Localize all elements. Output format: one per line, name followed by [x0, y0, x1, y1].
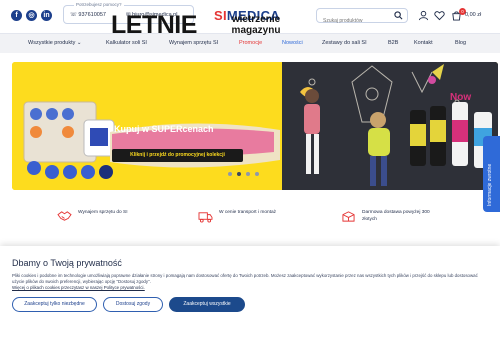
banner-subheadline: wietrzenie magazynu: [231, 14, 281, 36]
nav-salt-calculator[interactable]: Kalkulator soli SI: [106, 40, 147, 46]
promo-banner[interactable]: Now: [12, 62, 498, 190]
features-strip: Wynajem sprzętu do SI W cenie transport …: [0, 200, 500, 240]
accept-necessary-button[interactable]: Zaakceptuj tylko niezbędne: [12, 297, 97, 312]
cookie-consent-dialog: Dbamy o Twoją prywatność Pliki cookies i…: [0, 246, 500, 348]
carousel-dots: [228, 172, 259, 176]
svg-text:Now: Now: [450, 92, 471, 103]
heart-icon[interactable]: [434, 10, 445, 21]
chevron-down-icon: ⌄: [76, 40, 82, 46]
help-label: Potrzebujesz pomocy?: [74, 2, 124, 7]
search-input[interactable]: [317, 14, 389, 28]
search-box: [316, 8, 408, 28]
nav-b2b[interactable]: B2B: [388, 40, 398, 46]
cookie-title: Dbamy o Twoją prywatność: [12, 258, 122, 268]
nav-contact[interactable]: Kontakt: [414, 40, 433, 46]
accept-all-button[interactable]: Zaakceptuj wszystkie: [169, 297, 245, 312]
sensory-board-image: [23, 101, 115, 179]
nav-all-products-label: Wszystkie produkty: [28, 40, 76, 46]
cookie-description: Pliki cookies i podobne im technologie u…: [12, 273, 478, 284]
nav-promotions[interactable]: Promocje: [239, 40, 262, 46]
carousel-dot[interactable]: [228, 172, 232, 176]
kids-chalkboard-photo: Now: [282, 62, 498, 190]
feature-transport-text: W cenie transport i montaż: [219, 210, 277, 215]
instagram-icon[interactable]: ◎: [26, 10, 37, 21]
phone-number: 937610057: [78, 12, 106, 18]
social-links: f ◎ in: [11, 10, 52, 21]
feature-transport: W cenie transport i montaż: [198, 210, 276, 223]
user-icon[interactable]: [418, 10, 429, 21]
banner-headline: LETNIE: [111, 11, 197, 39]
handshake-icon: [57, 211, 72, 221]
main-nav: Wszystkie produkty ⌄ Kalkulator soli SI …: [0, 33, 500, 53]
search-icon[interactable]: [394, 11, 403, 20]
carousel-dot[interactable]: [255, 172, 259, 176]
feature-rental-text: Wynajem sprzętu do SI: [78, 210, 128, 215]
nav-all-products[interactable]: Wszystkie produkty ⌄: [28, 40, 82, 46]
nav-blog[interactable]: Blog: [455, 40, 466, 46]
nav-equipment-rental[interactable]: Wynajem sprzętu SI: [169, 40, 218, 46]
privacy-policy-link[interactable]: Więcej o plikach cookies przeczytasz w n…: [12, 285, 145, 290]
banner-cta-button[interactable]: Kliknij i przejdź do promocyjnej kolekcj…: [112, 149, 243, 162]
package-icon: [342, 211, 355, 222]
carousel-dot[interactable]: [246, 172, 250, 176]
facebook-icon[interactable]: f: [11, 10, 22, 21]
banner-promo-text: Kupuj w SUPERcenach: [114, 124, 214, 134]
nav-new-arrivals[interactable]: Nowości: [282, 40, 303, 46]
feature-rental: Wynajem sprzętu do SI: [57, 210, 128, 223]
carousel-dot[interactable]: [237, 172, 241, 176]
customize-consent-button[interactable]: Dostosuj zgody: [103, 297, 163, 312]
feature-delivery: Darmowa dostawa powyżej 300 złotych: [341, 210, 432, 223]
cart-total[interactable]: 0,00 zł: [465, 12, 481, 18]
feature-delivery-text: Darmowa dostawa powyżej 300 złotych: [362, 210, 430, 222]
nav-room-sets[interactable]: Zestawy do sali SI: [322, 40, 367, 46]
truck-icon: [198, 212, 213, 223]
linkedin-icon[interactable]: in: [41, 10, 52, 21]
banner-photo-panel: Now: [282, 62, 498, 190]
phone-link[interactable]: ☏ 937610057: [70, 12, 106, 18]
